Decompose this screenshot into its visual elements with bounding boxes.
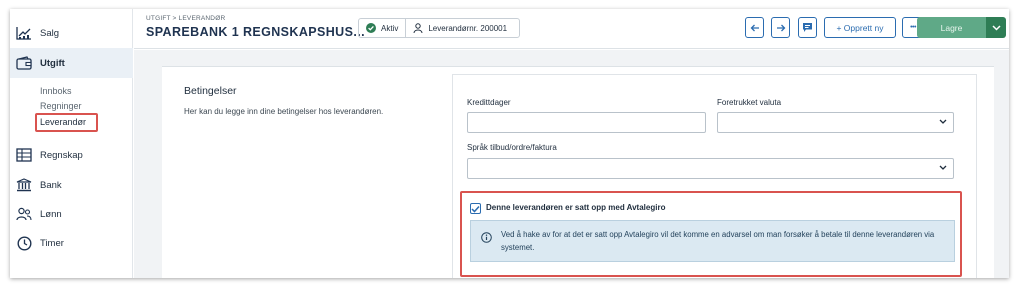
save-dropdown-button[interactable] — [986, 17, 1006, 38]
sidebar-item-bank[interactable]: Bank — [10, 170, 133, 200]
info-icon — [481, 232, 492, 243]
sidebar-item-label: Regnskap — [40, 149, 83, 161]
section-description: Her kan du legge inn dine betingelser ho… — [184, 107, 384, 116]
page-title: SPAREBANK 1 REGNSKAPSHUS... — [146, 25, 365, 39]
sidebar-item-regnskap[interactable]: Regnskap — [10, 140, 133, 170]
clock-icon — [16, 235, 32, 251]
info-alert: Ved å hake av for at det er satt opp Avt… — [470, 220, 955, 262]
sidebar: Salg Utgift Innboks Regninger Leverandør… — [10, 9, 133, 278]
page-header: UTGIFT > LEVERANDØR SPAREBANK 1 REGNSKAP… — [134, 9, 1009, 49]
checkmark-icon — [471, 205, 480, 213]
chart-icon — [16, 25, 32, 41]
comment-button[interactable] — [798, 17, 817, 38]
sidebar-item-label: Lønn — [40, 208, 62, 220]
sidebar-subitem-innboks[interactable]: Innboks — [40, 86, 72, 96]
chevron-down-icon — [939, 165, 947, 170]
check-circle-icon — [366, 23, 376, 33]
status-label: Aktiv — [381, 23, 399, 33]
main-content: Betingelser Her kan du legge inn dine be… — [134, 50, 1009, 278]
wallet-icon — [16, 55, 32, 71]
avtalegiro-label[interactable]: Denne leverandøren er satt opp med Avtal… — [486, 203, 665, 212]
bank-icon — [16, 177, 32, 193]
status-box: Aktiv Leverandørnr. 200001 — [358, 18, 520, 38]
avtalegiro-checkbox[interactable] — [470, 203, 481, 214]
chevron-down-icon — [939, 119, 947, 124]
sidebar-item-label: Timer — [40, 237, 64, 249]
save-button[interactable]: Lagre — [917, 17, 986, 38]
credit-days-label: Kredittdager — [467, 98, 511, 107]
language-label: Språk tilbud/ordre/faktura — [467, 143, 557, 152]
status-badge[interactable]: Aktiv — [359, 19, 405, 37]
sidebar-subitem-leverandor[interactable]: Leverandør — [40, 117, 86, 127]
supplier-number-label: Leverandørnr. 200001 — [428, 23, 508, 33]
sidebar-item-label: Utgift — [40, 57, 65, 69]
language-select[interactable] — [467, 158, 954, 179]
next-button[interactable] — [771, 17, 790, 38]
supplier-number: Leverandørnr. 200001 — [405, 19, 514, 37]
section-title: Betingelser — [184, 85, 237, 97]
sidebar-item-salg[interactable]: Salg — [10, 18, 133, 48]
app-window: Salg Utgift Innboks Regninger Leverandør… — [10, 9, 1009, 278]
arrow-right-icon — [776, 24, 785, 31]
credit-days-input[interactable] — [467, 112, 706, 133]
currency-select[interactable] — [717, 112, 954, 133]
sidebar-item-label: Bank — [40, 179, 62, 191]
sidebar-item-lonn[interactable]: Lønn — [10, 199, 133, 229]
sidebar-subitem-regninger[interactable]: Regninger — [40, 101, 82, 111]
chevron-down-icon — [991, 24, 1001, 31]
sidebar-item-utgift[interactable]: Utgift — [10, 48, 133, 78]
currency-label: Foretrukket valuta — [717, 98, 782, 107]
sidebar-item-label: Salg — [40, 27, 60, 39]
sidebar-item-timer[interactable]: Timer — [10, 228, 133, 258]
create-new-button[interactable]: + Opprett ny — [824, 17, 896, 38]
previous-button[interactable] — [745, 17, 764, 38]
comment-icon — [803, 23, 812, 32]
breadcrumb[interactable]: UTGIFT > LEVERANDØR — [146, 15, 225, 22]
user-icon — [413, 23, 423, 33]
arrow-left-icon — [750, 24, 759, 31]
info-text: Ved å hake av for at det er satt opp Avt… — [501, 230, 935, 252]
people-icon — [16, 206, 32, 222]
conditions-panel: Betingelser Her kan du legge inn dine be… — [162, 66, 994, 278]
ledger-icon — [16, 147, 32, 163]
